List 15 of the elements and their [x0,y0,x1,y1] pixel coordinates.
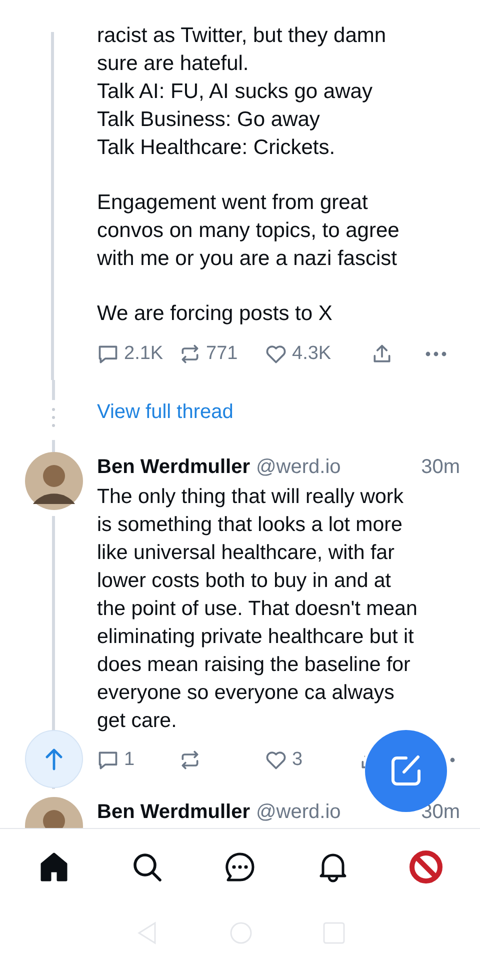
post-text: The only thing that will really work is something that looks a lot more like universal healthcare, with far lower costs both to buy in and at the point of use. That doesn't mean eliminating private healthcare but it does mean raising the baseline for everyone so everyone ca always get care. [97,484,418,734]
author-name[interactable]: Ben Werdmuller [97,452,250,482]
post-text: We are forcing posts to X [97,301,334,327]
post-text: Engagement went from great convos on many topics, to agree with me or you are a nazi fascist [97,190,400,272]
author-handle[interactable]: @werd.io [256,797,341,827]
count: 2.1K [124,342,164,366]
post-text: racist as Twitter, but they damn sure are hateful. Talk AI: FU, AI sucks go away Talk Business: Go away Talk Healthcare: Crickets. [97,23,388,161]
count: 771 [206,342,238,366]
author-handle[interactable]: @werd.io [256,452,341,482]
count: 4.3K [292,342,332,366]
count: 1 [124,748,135,772]
post-time: 30m [421,455,460,480]
view-full-thread-link[interactable]: View full thread [97,397,234,427]
author-name[interactable]: Ben Werdmuller [97,797,250,827]
count: 3 [292,748,303,772]
